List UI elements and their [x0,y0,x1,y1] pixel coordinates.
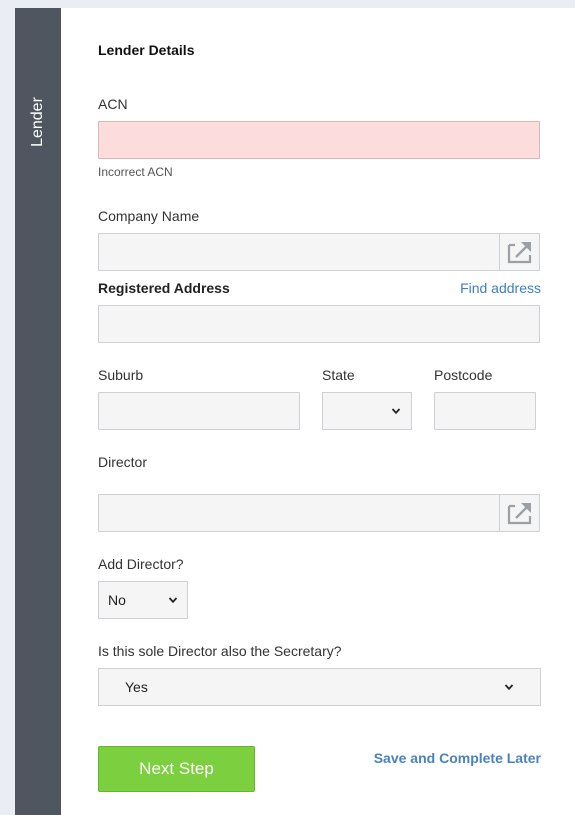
suburb-label: Suburb [98,367,144,383]
popout-icon [507,503,531,525]
add-director-label: Add Director? [98,556,184,572]
registered-address-label: Registered Address [98,280,230,296]
chevron-down-icon [504,684,514,691]
director-input[interactable] [98,494,540,532]
side-tab-label: Lender [29,97,46,147]
page: Lender Lender Details ACN Incorrect ACN … [0,0,575,815]
save-and-complete-later-link[interactable]: Save and Complete Later [374,750,541,766]
chevron-down-icon [391,408,401,415]
sole-director-secretary-select-value: Yes [125,679,148,695]
chevron-down-icon [168,597,178,604]
state-select[interactable] [322,392,412,430]
director-label: Director [98,454,148,470]
acn-label: ACN [98,96,128,112]
side-tab-lender[interactable]: Lender [15,8,61,815]
company-name-input[interactable] [98,233,540,271]
form-panel: Lender Details ACN Incorrect ACN Company… [61,8,575,815]
director-popout-button[interactable] [499,495,539,531]
find-address-link[interactable]: Find address [460,280,541,296]
add-director-select-value: No [108,592,126,608]
company-name-label: Company Name [98,208,200,224]
sole-director-secretary-label: Is this sole Director also the Secretary… [98,643,342,659]
section-title: Lender Details [98,42,195,58]
popout-icon [507,242,531,264]
sole-director-secretary-select[interactable]: Yes [98,668,541,706]
acn-error-message: Incorrect ACN [98,165,173,179]
suburb-input[interactable] [98,392,300,430]
postcode-input[interactable] [434,392,536,430]
company-name-popout-button[interactable] [499,234,539,270]
registered-address-input[interactable] [98,305,540,343]
state-label: State [322,367,355,383]
next-step-button[interactable]: Next Step [98,746,255,792]
postcode-label: Postcode [434,367,493,383]
add-director-select[interactable]: No [98,581,188,619]
acn-input[interactable] [98,121,540,159]
